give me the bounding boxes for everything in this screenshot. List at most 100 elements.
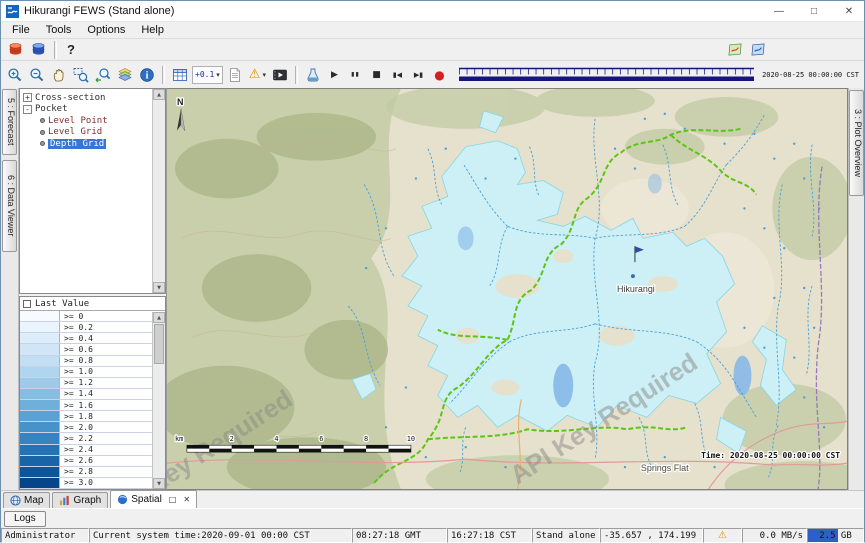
map-sheet-blue-button[interactable] bbox=[748, 40, 768, 60]
maximize-panel-button[interactable]: □ bbox=[169, 495, 177, 504]
pause-button[interactable]: ▮▮ bbox=[346, 65, 365, 84]
toolbar-separator bbox=[162, 66, 165, 84]
north-label: N bbox=[177, 97, 183, 107]
window-title: Hikurangi FEWS (Stand alone) bbox=[24, 5, 174, 17]
status-warning-cell[interactable]: ⚠ bbox=[703, 528, 742, 543]
tab-forecast[interactable]: 5 : Forecast bbox=[2, 89, 17, 155]
scroll-down-button[interactable]: ▼ bbox=[153, 478, 165, 489]
legend-label: >= 1.2 bbox=[60, 378, 93, 388]
tree-item-depth-grid[interactable]: Depth Grid bbox=[40, 138, 149, 150]
spatial-globe-icon bbox=[117, 494, 128, 505]
document-button[interactable] bbox=[225, 65, 245, 85]
legend-row[interactable]: >= 2.8 bbox=[20, 467, 152, 478]
info-button[interactable]: i bbox=[137, 65, 157, 85]
tree-item-label: Cross-section bbox=[35, 93, 105, 103]
zoom-previous-button[interactable] bbox=[93, 65, 113, 85]
tab-graph[interactable]: Graph bbox=[52, 492, 108, 508]
scroll-up-button[interactable]: ▲ bbox=[153, 312, 165, 323]
expand-icon[interactable]: + bbox=[23, 93, 32, 102]
close-button[interactable]: ✕ bbox=[834, 1, 864, 21]
maximize-button[interactable]: □ bbox=[799, 1, 829, 21]
current-datetime-display: 2020-08-25 00:00:00 CST bbox=[762, 71, 860, 79]
legend-row[interactable]: >= 1.2 bbox=[20, 378, 152, 389]
scale-interval-value: +0.1 bbox=[195, 70, 214, 79]
tree-item-level-point[interactable]: Level Point bbox=[40, 115, 149, 127]
legend-label: >= 1.4 bbox=[60, 389, 93, 399]
time-slider[interactable] bbox=[459, 66, 754, 84]
stop-button[interactable]: ■ bbox=[367, 65, 386, 84]
tab-map[interactable]: Map bbox=[3, 492, 50, 508]
status-memory-gauge[interactable]: 2.5 GB bbox=[807, 528, 864, 543]
map-sheet-red-button[interactable] bbox=[725, 40, 745, 60]
status-user: Administrator bbox=[1, 528, 89, 543]
tree-scrollbar[interactable]: ▲ ▼ bbox=[152, 89, 165, 293]
scroll-track[interactable] bbox=[153, 100, 165, 282]
menu-tools[interactable]: Tools bbox=[38, 24, 80, 36]
scale-interval-dropdown[interactable]: +0.1 ▾ bbox=[192, 66, 223, 84]
legend-row[interactable]: >= 0.2 bbox=[20, 322, 152, 333]
collapse-icon[interactable]: - bbox=[23, 105, 32, 114]
legend-swatch-icon bbox=[20, 344, 60, 354]
scale-unit-label: km bbox=[175, 435, 183, 443]
logs-button[interactable]: Logs bbox=[4, 511, 46, 527]
legend-row[interactable]: >= 2.4 bbox=[20, 445, 152, 456]
legend-row[interactable]: >= 0.4 bbox=[20, 333, 152, 344]
map-canvas[interactable]: API Key Required API Key Required Hikura… bbox=[167, 88, 848, 490]
database-blue-button[interactable] bbox=[28, 40, 48, 60]
grid-display-button[interactable] bbox=[170, 65, 190, 85]
legend-row[interactable]: >= 0.8 bbox=[20, 356, 152, 367]
scroll-track[interactable] bbox=[153, 323, 165, 478]
scale-tick-label: 4 bbox=[274, 435, 278, 443]
legend-row[interactable]: >= 0 bbox=[20, 311, 152, 322]
status-download-speed: 0.0 MB/s bbox=[742, 528, 807, 543]
skip-to-start-button[interactable]: ▮◀ bbox=[388, 65, 407, 84]
legend-swatch-icon bbox=[20, 445, 60, 455]
pan-hand-button[interactable] bbox=[49, 65, 69, 85]
tree-item-pocket[interactable]: - Pocket bbox=[23, 104, 149, 116]
map-graphics: API Key Required API Key Required Hikura… bbox=[167, 89, 847, 489]
warning-icon: ⚠ bbox=[249, 68, 261, 81]
warnings-dropdown[interactable]: ⚠ ▾ bbox=[247, 66, 268, 84]
legend-row[interactable]: >= 1.8 bbox=[20, 411, 152, 422]
legend-row[interactable]: >= 1.4 bbox=[20, 389, 152, 400]
tab-data-viewer[interactable]: 6 : Data Viewer bbox=[2, 160, 17, 252]
legend-row[interactable]: >= 2.2 bbox=[20, 433, 152, 444]
close-panel-button[interactable]: ✕ bbox=[183, 495, 190, 504]
scroll-up-button[interactable]: ▲ bbox=[153, 89, 165, 100]
play-button[interactable]: ▶ bbox=[325, 65, 344, 84]
layers-button[interactable] bbox=[115, 65, 135, 85]
legend-label: >= 0.8 bbox=[60, 356, 93, 366]
legend-row[interactable]: >= 0.6 bbox=[20, 344, 152, 355]
zoom-out-button[interactable] bbox=[27, 65, 47, 85]
flask-button[interactable] bbox=[303, 65, 323, 85]
memory-label: 2.5 GB bbox=[819, 531, 852, 541]
legend-row[interactable]: >= 2.0 bbox=[20, 422, 152, 433]
toolbar-separator bbox=[54, 41, 57, 59]
legend-row[interactable]: >= 2.6 bbox=[20, 456, 152, 467]
minimize-button[interactable]: — bbox=[764, 1, 794, 21]
scroll-down-button[interactable]: ▼ bbox=[153, 282, 165, 293]
menu-help[interactable]: Help bbox=[133, 24, 172, 36]
last-value-checkbox[interactable] bbox=[23, 300, 31, 308]
database-red-button[interactable] bbox=[5, 40, 25, 60]
tree-item-level-grid[interactable]: Level Grid bbox=[40, 127, 149, 139]
legend-scrollbar[interactable]: ▲ ▼ bbox=[152, 312, 165, 489]
legend-row[interactable]: >= 1.6 bbox=[20, 400, 152, 411]
legend-label: >= 0.2 bbox=[60, 322, 93, 332]
tab-spatial[interactable]: Spatial □ ✕ bbox=[110, 490, 197, 508]
legend-row[interactable]: >= 3.0 bbox=[20, 478, 152, 489]
zoom-in-button[interactable] bbox=[5, 65, 25, 85]
help-button[interactable]: ? bbox=[63, 42, 79, 57]
legend-row[interactable]: >= 1.0 bbox=[20, 367, 152, 378]
scroll-thumb[interactable] bbox=[154, 324, 164, 364]
record-button[interactable]: ● bbox=[430, 65, 449, 84]
zoom-box-button[interactable] bbox=[71, 65, 91, 85]
title-bar[interactable]: Hikurangi FEWS (Stand alone) — □ ✕ bbox=[1, 1, 864, 21]
animation-button[interactable] bbox=[270, 65, 290, 85]
map-time-label: Time: 2020-08-25 00:00:00 CST bbox=[701, 450, 840, 460]
tree-item-cross-section[interactable]: + Cross-section bbox=[23, 92, 149, 104]
menu-options[interactable]: Options bbox=[79, 24, 133, 36]
tab-plot-overview[interactable]: 3 : Plot Overview bbox=[849, 90, 864, 196]
skip-to-end-button[interactable]: ▶▮ bbox=[409, 65, 428, 84]
menu-file[interactable]: File bbox=[4, 24, 38, 36]
